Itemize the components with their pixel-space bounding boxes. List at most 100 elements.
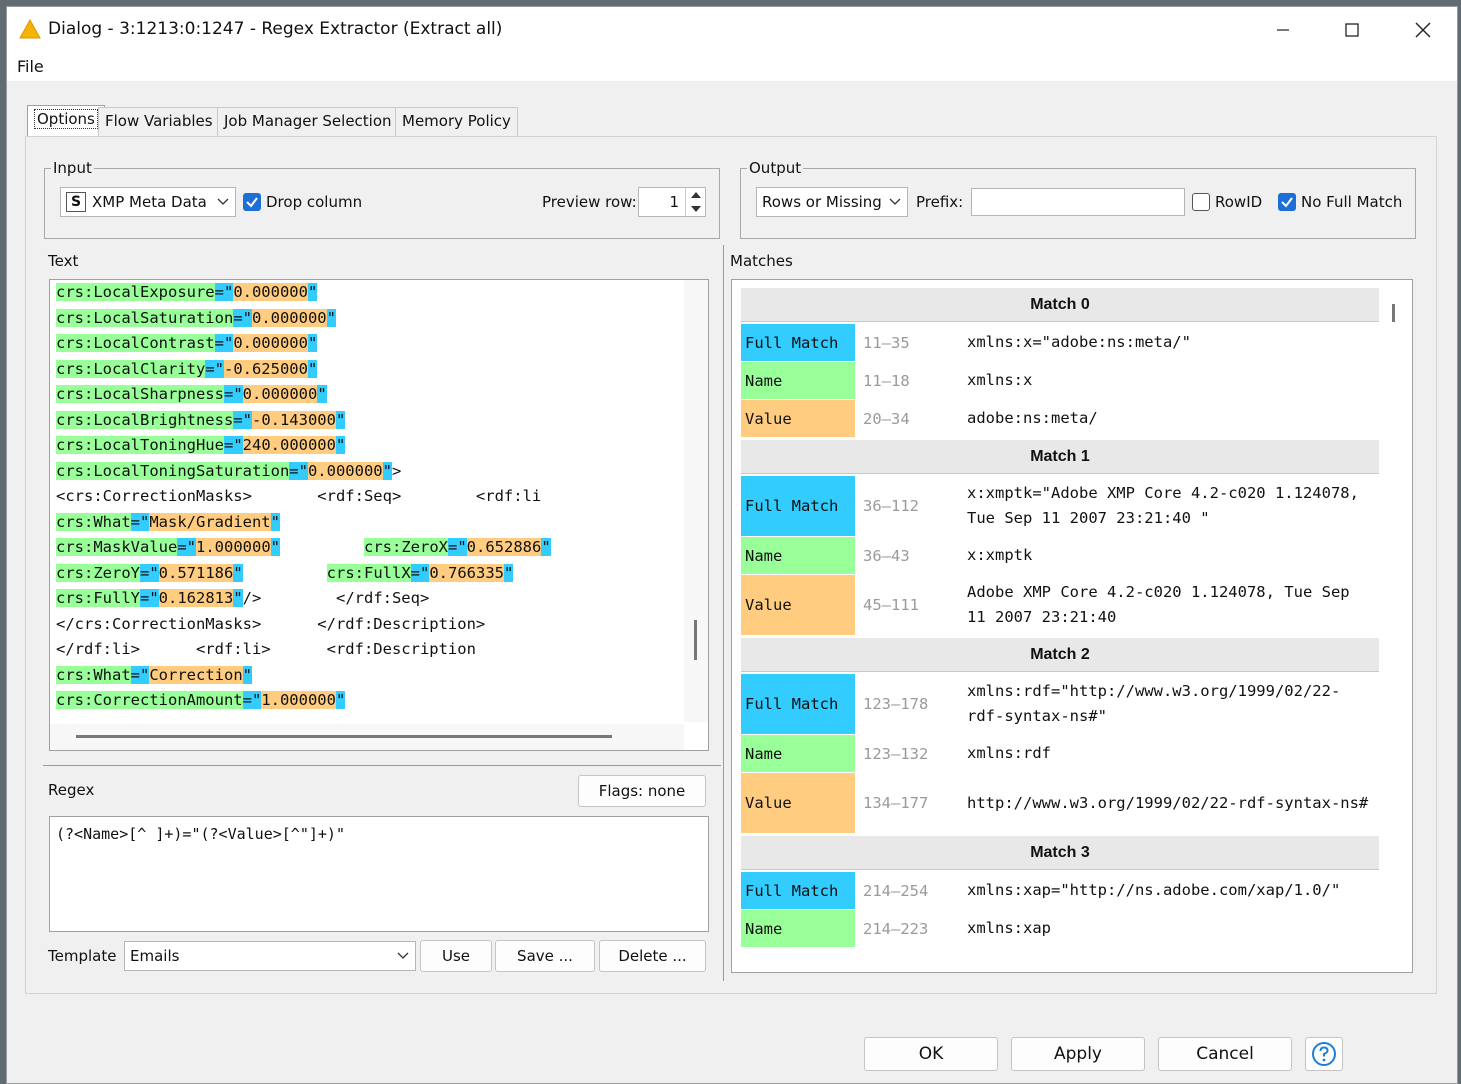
highlight-separator: "	[335, 410, 346, 429]
highlight-value: Mask/Gradient	[149, 512, 271, 531]
match-row[interactable]: Full Match 36–112 x:xmptk="Adobe XMP Core …	[741, 476, 1379, 536]
template-save-button[interactable]: Save ...	[495, 940, 595, 972]
text-line: crs:LocalSaturation="0.000000"	[56, 306, 336, 331]
match-range: 123–178	[863, 695, 929, 713]
match-range: 36–112	[863, 497, 919, 515]
match-value: xmlns:x	[967, 371, 1033, 389]
match-group-label: Name	[741, 537, 855, 574]
highlight-separator: ="	[130, 512, 150, 531]
output-legend: Output	[749, 159, 802, 177]
apply-button[interactable]: Apply	[1011, 1037, 1145, 1071]
drop-column-checkbox[interactable]: Drop column	[243, 193, 362, 211]
match-range: 45–111	[863, 596, 919, 614]
match-row[interactable]: Value 45–111 Adobe XMP Core 4.2-c020 1.124…	[741, 575, 1379, 635]
template-select[interactable]: Emails	[124, 941, 416, 971]
text-line: </rdf:li> <rdf:li> <rdf:Description	[56, 637, 476, 662]
minimize-button[interactable]	[1263, 15, 1303, 45]
regex-pattern: (?<Name>[^ ]+)="(?<Value>[^"]+)"	[56, 825, 345, 843]
match-row[interactable]: Value 20–34 adobe:ns:meta/	[741, 400, 1379, 437]
match-row[interactable]: Name 123–132 xmlns:rdf	[741, 735, 1379, 772]
no-full-match-checkbox[interactable]: No Full Match	[1278, 193, 1402, 211]
output-mode-select[interactable]: Rows or Missing	[756, 187, 908, 217]
highlight-separator: "	[382, 461, 392, 480]
split-pane-divider[interactable]	[723, 245, 724, 981]
match-value: xmlns:xap	[967, 919, 1051, 937]
input-legend: Input	[53, 159, 92, 177]
vertical-scrollbar-thumb[interactable]	[694, 620, 697, 660]
text-line: crs:LocalSharpness="0.000000"	[56, 382, 327, 407]
flags-button[interactable]: Flags: none	[578, 775, 706, 807]
highlight-value: 0.162813	[158, 589, 234, 607]
match-row[interactable]: Full Match 123–178 xmlns:rdf="http://www.w…	[741, 674, 1379, 734]
spinner-up-icon[interactable]	[686, 188, 706, 202]
menu-bar: File	[7, 53, 1457, 81]
text-segment	[280, 538, 364, 556]
match-group-label: Name	[741, 735, 855, 772]
horizontal-scrollbar[interactable]	[50, 724, 684, 750]
text-line: crs:LocalToningSaturation="0.000000">	[56, 459, 401, 484]
spinner-arrows[interactable]	[685, 188, 705, 216]
match-row[interactable]: Full Match 11–35 xmlns:x="adobe:ns:meta/"	[741, 324, 1379, 361]
template-label: Template	[48, 947, 117, 965]
match-row[interactable]: Full Match 214–254 xmlns:xap="http://ns.ad…	[741, 872, 1379, 909]
text-segment: </crs:CorrectionMasks> </rdf:Description…	[56, 614, 486, 633]
highlight-name: crs:What	[56, 665, 131, 684]
match-range: 214–223	[863, 919, 929, 938]
match-row[interactable]: Name 214–223 xmlns:xap	[741, 910, 1379, 947]
column-select[interactable]: S XMP Meta Data	[60, 187, 236, 217]
section-divider	[43, 765, 721, 766]
tab-options[interactable]: Options	[27, 105, 105, 136]
highlight-name: crs:ZeroX	[364, 538, 448, 556]
help-button[interactable]	[1305, 1037, 1343, 1071]
text-line: crs:LocalContrast="0.000000"	[56, 331, 318, 356]
tab-job-manager-selection[interactable]: Job Manager Selection	[217, 107, 399, 136]
vertical-scrollbar[interactable]	[684, 280, 708, 722]
close-button[interactable]	[1403, 15, 1443, 45]
match-value: adobe:ns:meta/	[967, 409, 1098, 427]
match-row[interactable]: Name 11–18 xmlns:x	[741, 362, 1379, 399]
text-line: crs:What="Correction"	[56, 663, 252, 688]
menu-file[interactable]: File	[17, 57, 44, 76]
highlight-separator: ="	[242, 691, 262, 709]
dialog-content: Options Flow Variables Job Manager Selec…	[7, 81, 1457, 1083]
horizontal-scrollbar-thumb[interactable]	[76, 735, 612, 738]
help-icon	[1312, 1042, 1336, 1066]
highlight-name: crs:LocalBrightness	[56, 410, 234, 429]
spinner-down-icon[interactable]	[686, 202, 706, 216]
cancel-button[interactable]: Cancel	[1158, 1037, 1292, 1071]
template-delete-button[interactable]: Delete ...	[599, 940, 706, 972]
preview-row-spinner[interactable]: 1	[638, 187, 706, 217]
text-line: crs:ZeroY="0.571186" crs:FullX="0.766335…	[56, 561, 514, 586]
prefix-input[interactable]	[971, 188, 1185, 216]
title-bar[interactable]: Dialog - 3:1213:0:1247 - Regex Extractor…	[7, 7, 1457, 53]
text-preview-area[interactable]: crs:LocalExposure="0.000000" crs:LocalSat…	[49, 279, 709, 751]
maximize-button[interactable]	[1332, 15, 1372, 45]
match-row[interactable]: Value 134–177 http://www.w3.org/1999/02/22…	[741, 773, 1379, 833]
regex-input[interactable]: (?<Name>[^ ]+)="(?<Value>[^"]+)"	[49, 816, 709, 932]
warning-triangle-icon	[19, 19, 41, 39]
matches-panel[interactable]: Match 0 Full Match 11–35 xmlns:x="adobe:ns:…	[731, 279, 1413, 973]
highlight-value: 0.766335	[429, 563, 504, 582]
match-value: Adobe XMP Core 4.2-c020 1.124078, Tue Se…	[967, 583, 1350, 626]
highlight-separator: ="	[140, 563, 159, 582]
highlight-value: 0.652886	[466, 538, 542, 556]
tab-memory-policy[interactable]: Memory Policy	[395, 107, 518, 136]
matches-scrollbar-thumb[interactable]	[1392, 304, 1395, 322]
column-select-value: XMP Meta Data	[92, 193, 207, 211]
ok-button[interactable]: OK	[864, 1037, 998, 1071]
highlight-value: 0.000000	[251, 308, 327, 327]
match-value: x:xmptk	[967, 546, 1033, 564]
template-use-button[interactable]: Use	[420, 940, 492, 972]
preview-row-value: 1	[669, 193, 679, 211]
text-line: crs:FullY="0.162813"/> </rdf:Seq>	[56, 586, 429, 611]
match-row[interactable]: Name 36–43 x:xmptk	[741, 537, 1379, 574]
checkbox-checked-icon	[1278, 193, 1296, 211]
tab-flow-variables[interactable]: Flow Variables	[98, 107, 220, 136]
text-segment: >	[391, 461, 402, 480]
highlight-separator: "	[307, 283, 318, 301]
rowid-checkbox[interactable]: RowID	[1192, 193, 1262, 211]
match-value: x:xmptk="Adobe XMP Core 4.2-c020 1.12407…	[967, 484, 1359, 527]
match-value: xmlns:rdf="http://www.w3.org/1999/02/22-…	[967, 682, 1341, 725]
checkbox-unchecked-icon	[1192, 193, 1210, 211]
match-group-label: Value	[741, 400, 855, 437]
